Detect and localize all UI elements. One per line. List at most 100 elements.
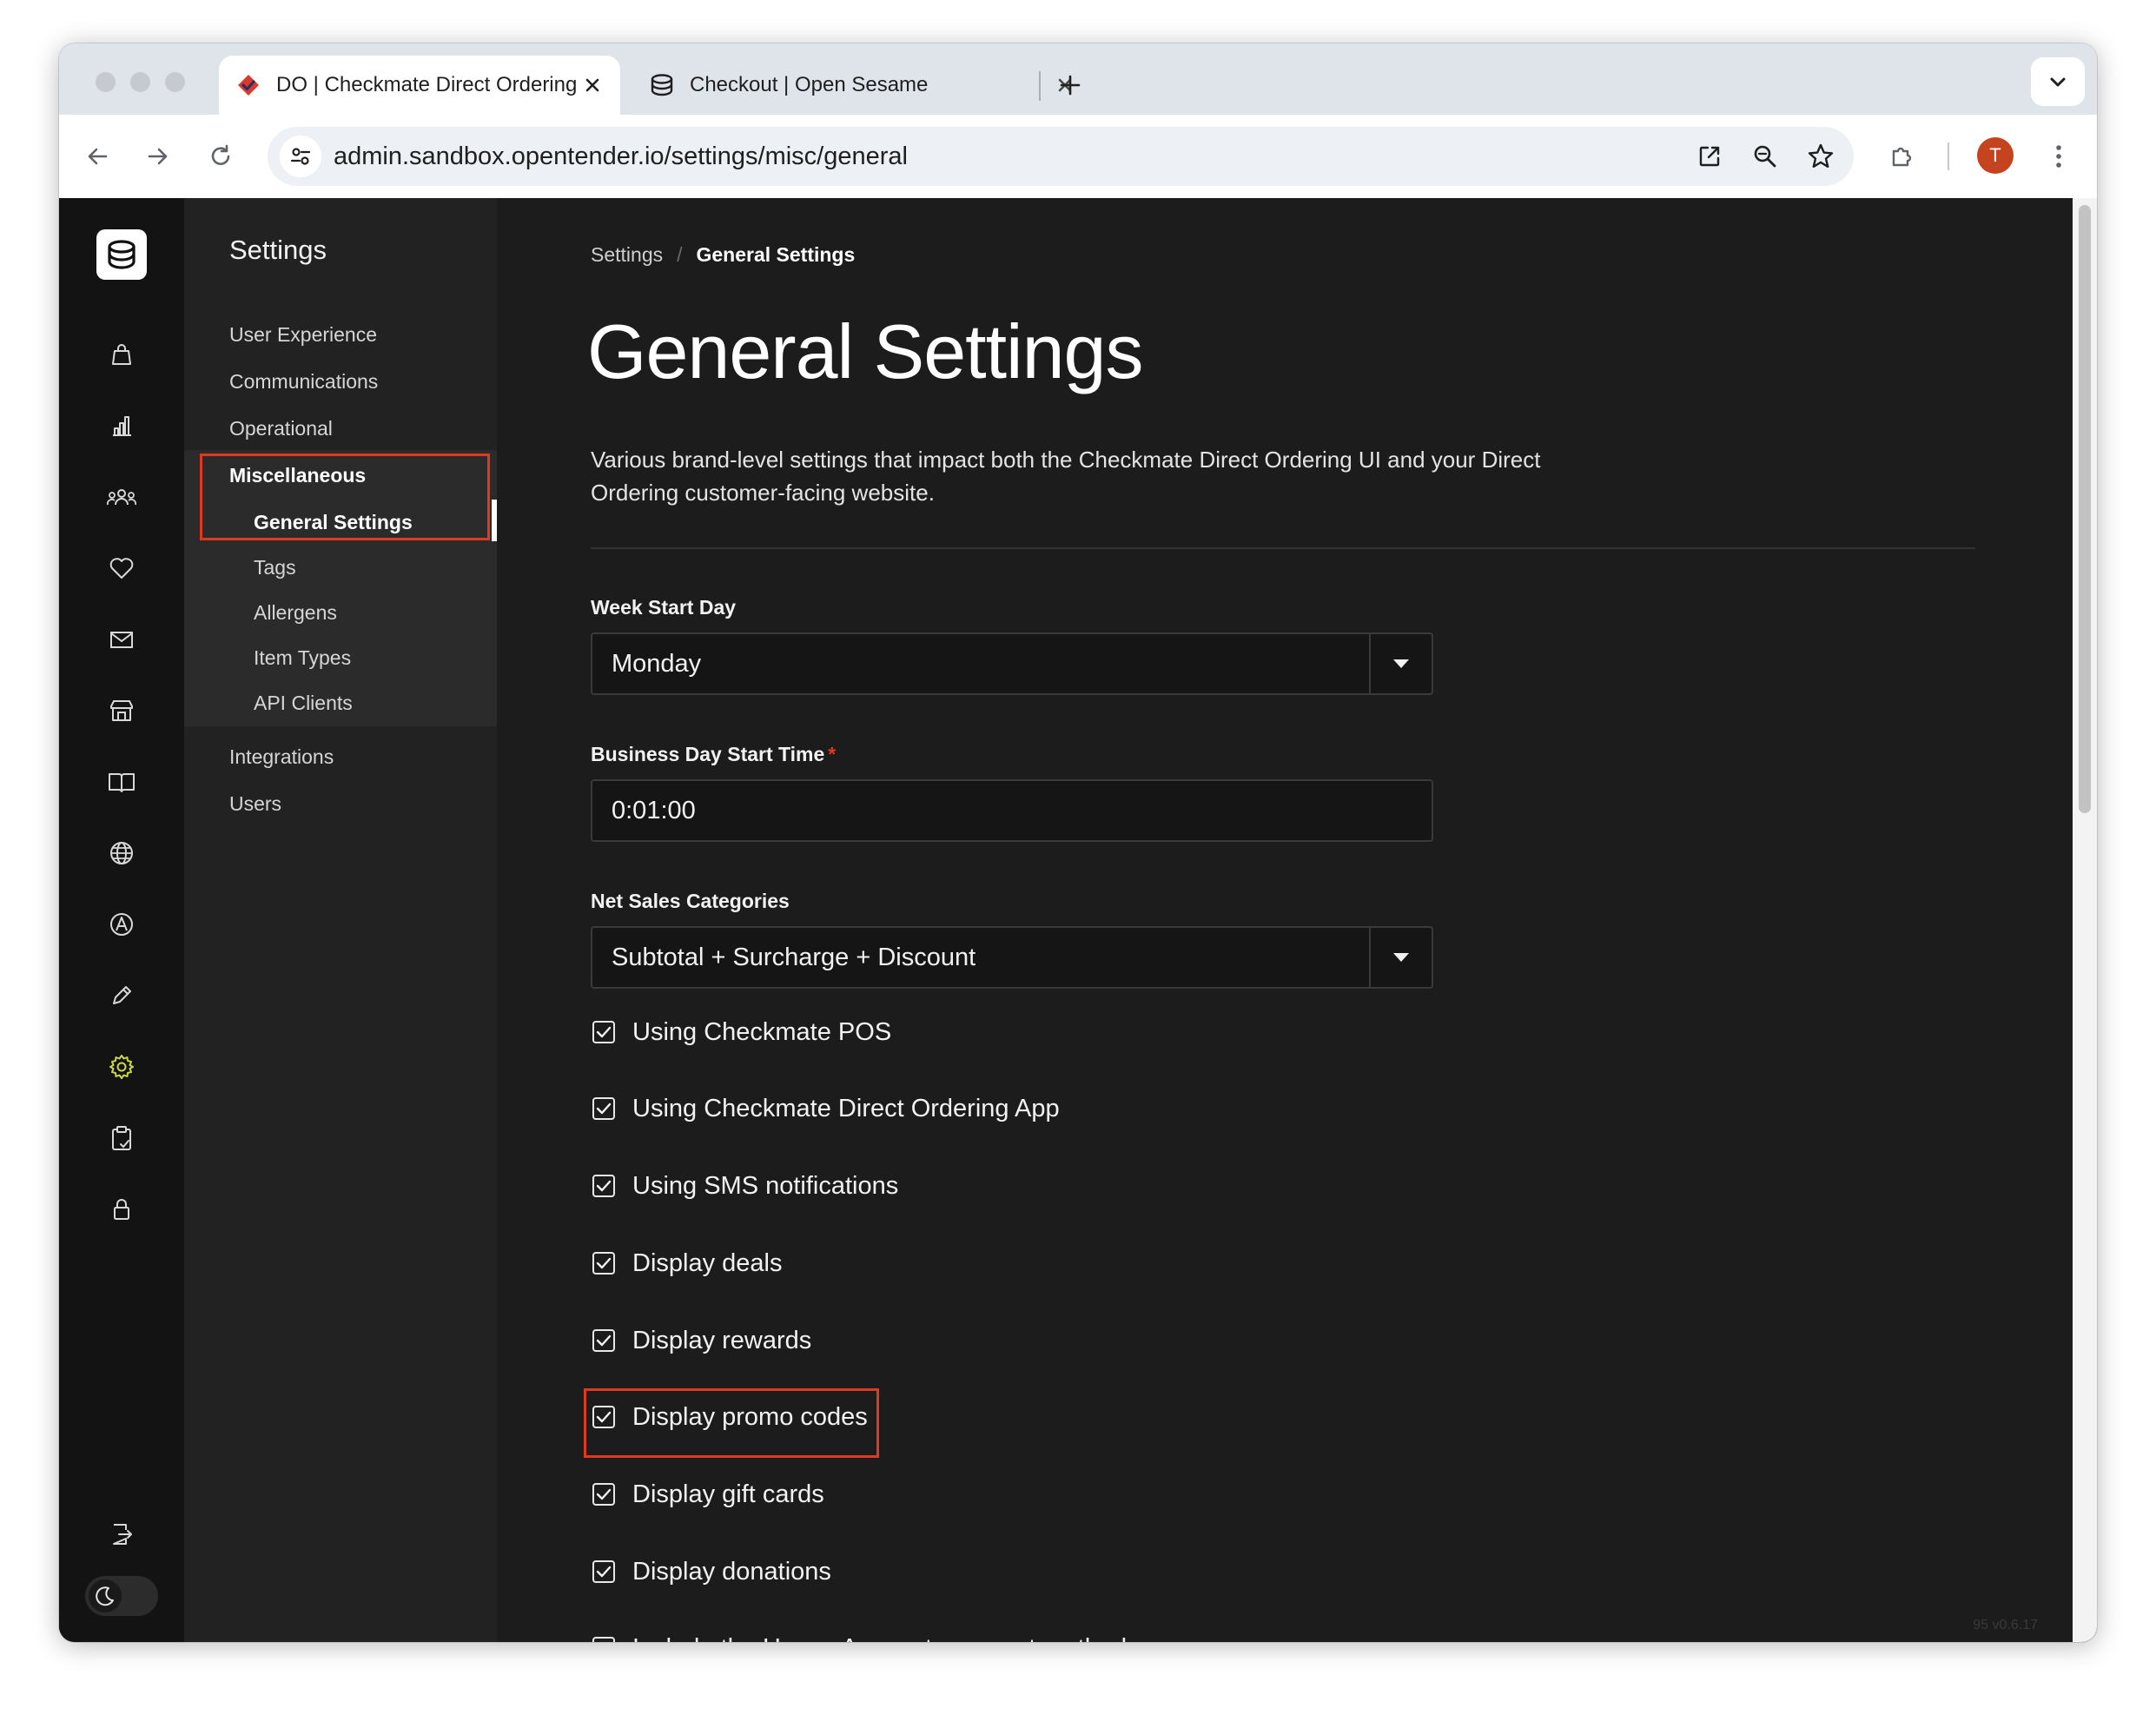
week-start-day-select[interactable]: Monday bbox=[591, 632, 1433, 695]
checkbox-label: Using Checkmate POS bbox=[632, 1017, 892, 1046]
toolbar-separator bbox=[1948, 142, 1949, 170]
checkbox-display-donations[interactable]: Display donations bbox=[591, 1552, 831, 1592]
subnav-item-api-clients[interactable]: API Clients bbox=[254, 692, 353, 715]
checkbox-include-house-account[interactable]: Include the House Account payment method bbox=[591, 1628, 1127, 1642]
profile-avatar[interactable]: T bbox=[1977, 137, 2014, 174]
orders-bag-icon[interactable] bbox=[101, 334, 142, 375]
logout-icon[interactable] bbox=[101, 1513, 142, 1555]
checkbox-label: Include the House Account payment method bbox=[632, 1634, 1127, 1643]
checkbox-display-deals[interactable]: Display deals bbox=[591, 1243, 782, 1283]
menus-book-icon[interactable] bbox=[101, 761, 142, 803]
address-bar[interactable]: admin.sandbox.opentender.io/settings/mis… bbox=[268, 127, 1854, 186]
tab-checkout-open-sesame[interactable]: Checkout | Open Sesame bbox=[632, 56, 1093, 115]
customers-icon[interactable] bbox=[101, 476, 142, 518]
caret-down-icon[interactable] bbox=[1369, 928, 1432, 987]
checkbox-label: Display rewards bbox=[632, 1326, 812, 1354]
checkbox-check-icon[interactable] bbox=[592, 1483, 615, 1506]
subnav-item-operational[interactable]: Operational bbox=[229, 417, 333, 440]
subnav-item-tags[interactable]: Tags bbox=[254, 556, 296, 579]
main-content: Settings / General Settings General Settin… bbox=[497, 198, 2073, 1642]
brand-a-icon[interactable] bbox=[101, 904, 142, 945]
checkbox-check-icon[interactable] bbox=[592, 1329, 615, 1352]
week-start-day-value: Monday bbox=[612, 650, 702, 678]
checkbox-label: Using SMS notifications bbox=[632, 1171, 899, 1200]
checkbox-display-gift-cards[interactable]: Display gift cards bbox=[591, 1474, 824, 1514]
back-arrow-icon[interactable] bbox=[76, 136, 118, 177]
checkbox-using-sms-notifications[interactable]: Using SMS notifications bbox=[591, 1166, 898, 1206]
scrollbar-thumb[interactable] bbox=[2079, 205, 2091, 813]
new-tab-plus-icon[interactable] bbox=[1049, 64, 1091, 106]
section-divider bbox=[591, 547, 1975, 549]
subnav-item-item-types[interactable]: Item Types bbox=[254, 646, 351, 670]
tab-title: DO | Checkmate Direct Ordering bbox=[276, 73, 577, 96]
business-day-start-time-label-text: Business Day Start Time bbox=[591, 743, 825, 765]
business-day-start-time-label: Business Day Start Time * bbox=[591, 743, 836, 766]
open-sesame-favicon-icon bbox=[648, 71, 676, 99]
tab-checkmate-direct-ordering[interactable]: DO | Checkmate Direct Ordering bbox=[219, 56, 620, 115]
page-title: General Settings bbox=[587, 308, 1143, 394]
subnav-item-integrations[interactable]: Integrations bbox=[229, 745, 334, 769]
week-start-day-label: Week Start Day bbox=[591, 596, 737, 619]
moon-icon bbox=[89, 1579, 122, 1612]
site-settings-tune-icon[interactable] bbox=[280, 136, 321, 177]
checkbox-label: Display donations bbox=[632, 1557, 831, 1586]
subnav-item-communications[interactable]: Communications bbox=[229, 370, 378, 394]
extensions-puzzle-icon[interactable] bbox=[1882, 136, 1923, 177]
net-sales-categories-value: Subtotal + Surcharge + Discount bbox=[612, 944, 976, 971]
browser-window: DO | Checkmate Direct Ordering Checkout … bbox=[59, 43, 2097, 1642]
open-sesame-logo-icon[interactable] bbox=[96, 229, 147, 280]
subnav-title: Settings bbox=[229, 235, 327, 265]
breadcrumb-current: General Settings bbox=[696, 243, 856, 266]
stores-icon[interactable] bbox=[101, 690, 142, 732]
checkbox-check-icon[interactable] bbox=[592, 1560, 615, 1583]
required-asterisk: * bbox=[828, 743, 837, 765]
subnav-item-user-experience[interactable]: User Experience bbox=[229, 323, 377, 347]
bookmark-star-icon[interactable] bbox=[1800, 136, 1842, 177]
checkbox-check-icon[interactable] bbox=[592, 1097, 615, 1120]
breadcrumb-separator: / bbox=[677, 243, 683, 266]
subnav-item-allergens[interactable]: Allergens bbox=[254, 601, 337, 625]
window-minimize-dot[interactable] bbox=[130, 72, 150, 92]
net-sales-categories-select[interactable]: Subtotal + Surcharge + Discount bbox=[591, 926, 1433, 989]
business-day-start-time-value: 0:01:00 bbox=[612, 797, 696, 824]
checkbox-check-icon[interactable] bbox=[592, 1021, 615, 1043]
page-viewport: Settings User Experience Communications … bbox=[59, 198, 2097, 1642]
window-zoom-dot[interactable] bbox=[165, 72, 185, 92]
lock-icon[interactable] bbox=[101, 1189, 142, 1230]
web-globe-icon[interactable] bbox=[101, 832, 142, 874]
page-scrollbar[interactable] bbox=[2073, 198, 2097, 1642]
checkbox-label: Using Checkmate Direct Ordering App bbox=[632, 1094, 1060, 1122]
zoom-magnifier-icon[interactable] bbox=[1744, 136, 1786, 177]
open-in-new-icon[interactable] bbox=[1689, 136, 1730, 177]
window-close-dot[interactable] bbox=[96, 72, 116, 92]
reports-chart-icon[interactable] bbox=[101, 405, 142, 447]
browser-menu-kebab-icon[interactable] bbox=[2038, 136, 2080, 177]
settings-subnav: Settings User Experience Communications … bbox=[184, 198, 497, 1642]
tab-strip: DO | Checkmate Direct Ordering Checkout … bbox=[59, 43, 2097, 115]
reload-icon[interactable] bbox=[200, 136, 241, 177]
subnav-item-users[interactable]: Users bbox=[229, 792, 281, 816]
clipboard-check-icon[interactable] bbox=[101, 1117, 142, 1159]
marketing-mail-icon[interactable] bbox=[101, 619, 142, 660]
browser-toolbar: admin.sandbox.opentender.io/settings/mis… bbox=[59, 115, 2097, 198]
caret-down-icon[interactable] bbox=[1369, 634, 1432, 693]
tab-search-chevron-down-icon[interactable] bbox=[2031, 57, 2085, 106]
checkbox-using-checkmate-pos[interactable]: Using Checkmate POS bbox=[591, 1012, 891, 1052]
breadcrumb: Settings / General Settings bbox=[591, 243, 855, 267]
loyalty-heart-icon[interactable] bbox=[101, 547, 142, 589]
checkbox-check-icon[interactable] bbox=[592, 1175, 615, 1197]
forward-arrow-icon[interactable] bbox=[137, 136, 179, 177]
checkbox-check-icon[interactable] bbox=[592, 1252, 615, 1275]
settings-gear-icon[interactable] bbox=[101, 1046, 142, 1088]
business-day-start-time-input[interactable]: 0:01:00 bbox=[591, 779, 1433, 842]
close-tab-icon[interactable] bbox=[577, 70, 608, 101]
dark-mode-toggle[interactable] bbox=[85, 1576, 158, 1616]
checkbox-display-rewards[interactable]: Display rewards bbox=[591, 1321, 811, 1361]
checkbox-label: Display deals bbox=[632, 1248, 783, 1277]
checkbox-using-direct-ordering-app[interactable]: Using Checkmate Direct Ordering App bbox=[591, 1089, 1060, 1129]
design-pencil-icon[interactable] bbox=[101, 975, 142, 1016]
checkbox-label: Display gift cards bbox=[632, 1480, 824, 1508]
tab-title: Checkout | Open Sesame bbox=[690, 73, 929, 96]
checkbox-check-icon[interactable] bbox=[592, 1637, 615, 1642]
breadcrumb-settings-link[interactable]: Settings bbox=[591, 243, 663, 266]
